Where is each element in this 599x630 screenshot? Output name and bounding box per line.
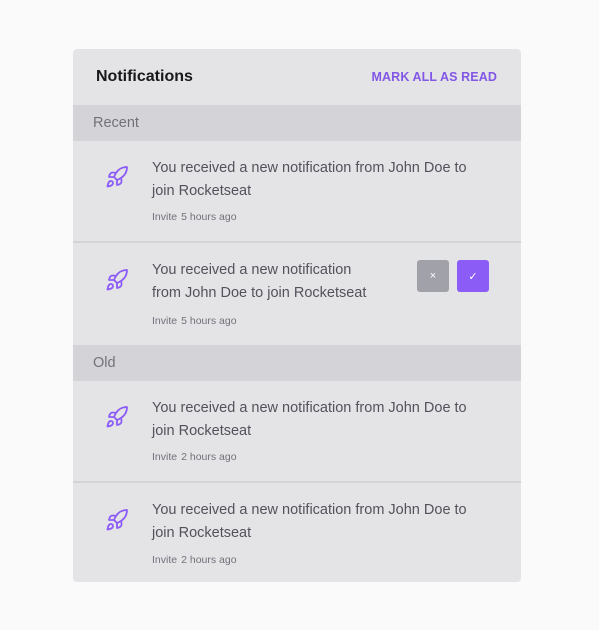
decline-button[interactable]: ×: [417, 260, 449, 292]
accept-button[interactable]: ✓: [457, 260, 489, 292]
group-header-recent: Recent: [73, 105, 521, 141]
notification-actions: × ✓: [417, 260, 489, 292]
notification-meta: Invite 5 hours ago: [152, 211, 237, 223]
notification-time: 5 hours ago: [181, 211, 237, 223]
notification-item[interactable]: You received a new notification from Joh…: [73, 243, 521, 345]
notification-time: 5 hours ago: [181, 315, 237, 327]
notification-message: You received a new notification from Joh…: [152, 400, 467, 439]
notification-meta: Invite 5 hours ago: [152, 315, 237, 327]
mark-all-as-read-button[interactable]: MARK ALL AS READ: [372, 70, 497, 84]
notification-meta: Invite 2 hours ago: [152, 554, 237, 566]
notification-time: 2 hours ago: [181, 554, 237, 566]
group-header-old: Old: [73, 345, 521, 381]
notification-meta: Invite 2 hours ago: [152, 451, 237, 463]
rocket-icon: [105, 508, 129, 532]
notification-item[interactable]: You received a new notification from Joh…: [73, 483, 521, 582]
notification-type: Invite: [152, 451, 178, 463]
notification-message: You received a new notification from Joh…: [152, 262, 367, 301]
panel-title: Notifications: [96, 68, 193, 85]
notification-time: 2 hours ago: [181, 451, 237, 463]
panel-header: Notifications MARK ALL AS READ: [73, 49, 521, 105]
notification-item[interactable]: You received a new notification from Joh…: [73, 141, 521, 243]
notifications-panel: Notifications MARK ALL AS READ Recent Yo…: [73, 49, 521, 582]
rocket-icon: [105, 405, 129, 429]
notification-type: Invite: [152, 554, 178, 566]
notification-type: Invite: [152, 315, 178, 327]
rocket-icon: [105, 165, 129, 189]
notification-item[interactable]: You received a new notification from Joh…: [73, 381, 521, 483]
notification-type: Invite: [152, 211, 178, 223]
close-icon: ×: [429, 270, 437, 282]
rocket-icon: [105, 268, 129, 292]
notification-message: You received a new notification from Joh…: [152, 502, 467, 541]
notification-message: You received a new notification from Joh…: [152, 160, 467, 199]
check-icon: ✓: [468, 270, 478, 283]
